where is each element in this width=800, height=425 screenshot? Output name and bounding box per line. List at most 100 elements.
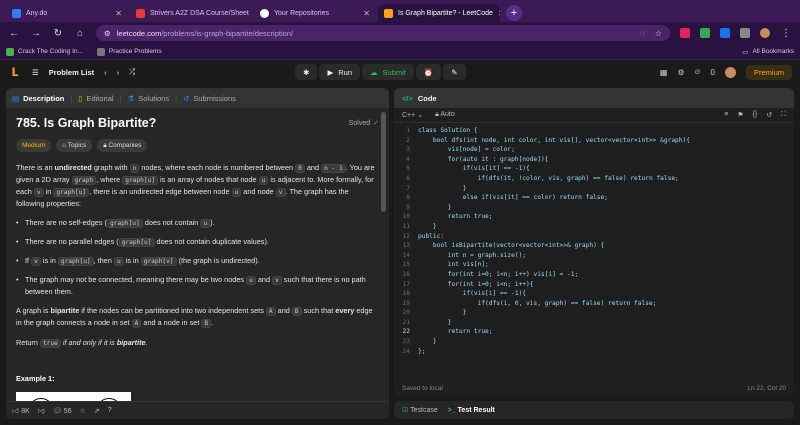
bookmark-practice-problems[interactable]: Practice Problems	[96, 47, 162, 56]
code-line[interactable]: 23 }	[394, 337, 794, 347]
auto-mode-toggle[interactable]: 🔒︎ Auto	[435, 111, 455, 119]
code-line[interactable]: 7 }	[394, 184, 794, 194]
extension-green-icon[interactable]	[700, 28, 710, 38]
topics-chip[interactable]: ⌂ Topics	[56, 139, 93, 152]
code-line[interactable]: 10 return true;	[394, 212, 794, 222]
tab-submissions[interactable]: ↺ Submissions	[183, 94, 236, 103]
dislike-button[interactable]: 👎︎	[38, 406, 45, 415]
close-tab-icon[interactable]: ✕	[115, 9, 122, 18]
code-line[interactable]: 11 }	[394, 222, 794, 232]
reload-icon[interactable]: ↻	[52, 28, 64, 39]
comment-count: 56	[63, 407, 72, 415]
bookmark-icon[interactable]: ⚑	[737, 111, 743, 119]
favorite-star-icon[interactable]: ☆	[80, 407, 86, 415]
text: Return	[16, 338, 40, 347]
tab-solutions[interactable]: ⚗ Solutions	[128, 94, 170, 103]
close-tab-icon[interactable]: ✕	[498, 9, 500, 18]
fullscreen-icon[interactable]: ⛶	[781, 111, 786, 119]
tab-description[interactable]: ▤ Description	[12, 94, 64, 103]
notes-button[interactable]: ✎	[443, 64, 466, 80]
submit-button[interactable]: ☁ Submit	[362, 64, 414, 80]
problem-list-icon[interactable]: ☰	[32, 68, 39, 77]
code-area[interactable]: 1 class Solution {2 bool dfs(int node, in…	[394, 123, 794, 380]
premium-button[interactable]: Premium	[745, 64, 792, 80]
description-scrollbar[interactable]	[381, 112, 386, 212]
problem-list-link[interactable]: Problem List	[49, 68, 94, 77]
text: graph with	[91, 163, 130, 172]
code-line[interactable]: 5 if(vis[it] == -1){	[394, 164, 794, 174]
run-button[interactable]: ▶ Run	[319, 64, 361, 80]
text: is in	[123, 256, 141, 265]
test-result-tab[interactable]: >_ Test Result	[448, 407, 495, 414]
code-line[interactable]: 2 bool dfs(int node, int color, int vis[…	[394, 136, 794, 146]
debug-button[interactable]: ✱	[295, 64, 318, 80]
code-line[interactable]: 8 else if(vis[it] == color) return false…	[394, 193, 794, 203]
companies-chip[interactable]: 🔒︎ Companies	[97, 139, 148, 152]
next-problem-icon[interactable]: ›	[117, 68, 120, 77]
random-problem-icon[interactable]: ⤮	[129, 67, 135, 77]
help-icon[interactable]: ?	[108, 407, 112, 414]
graph-node: 1	[96, 398, 122, 401]
streak-count: 0	[710, 67, 715, 77]
code-line[interactable]: 13 bool isBipartite(vector<vector<int>>&…	[394, 241, 794, 251]
reset-icon[interactable]: ↺	[766, 111, 772, 119]
browser-tab-striver[interactable]: Strivers A2Z DSA Course/Sheet✕	[130, 4, 252, 22]
testcase-tab[interactable]: ☑ Testcase	[402, 406, 438, 414]
streak-fire-icon[interactable]: 🔥︎	[695, 67, 701, 77]
eye-off-icon[interactable]: ◌	[640, 29, 645, 38]
code-line[interactable]: 18 if(vis[i] == -1){	[394, 289, 794, 299]
lines-menu-icon[interactable]: ≡	[724, 111, 728, 119]
language-select[interactable]: C++ ⌄	[402, 111, 423, 119]
url-bar[interactable]: ⚙ leetcode.com/problems/is-graph-biparti…	[96, 25, 670, 41]
leetcode-logo-icon[interactable]: ᒪ	[8, 65, 22, 79]
close-tab-icon[interactable]: ✕	[363, 9, 370, 18]
code-line[interactable]: 24};	[394, 347, 794, 357]
like-button[interactable]: 👍︎ 8K	[12, 406, 30, 415]
timer-button[interactable]: ⏰	[415, 64, 442, 80]
text: in	[43, 187, 54, 196]
bookmark-star-icon[interactable]: ☆	[655, 29, 662, 38]
code-line[interactable]: 20 }	[394, 308, 794, 318]
code-line[interactable]: 9 }	[394, 203, 794, 213]
prev-problem-icon[interactable]: ‹	[104, 68, 107, 77]
code-line[interactable]: 12 public:	[394, 232, 794, 242]
code-line[interactable]: 19 if(dfs(i, 0, vis, graph) == false) re…	[394, 299, 794, 309]
browser-tab-github[interactable]: Your Repositories ✕	[254, 4, 376, 22]
code-line[interactable]: 22 return true;	[394, 327, 794, 337]
code-line[interactable]: 17 for(int i=0; i<n; i++){	[394, 280, 794, 290]
code-line[interactable]: 3 vis[node] = color;	[394, 145, 794, 155]
home-icon[interactable]: ⌂	[74, 28, 86, 39]
back-arrow-icon[interactable]: ←	[8, 28, 20, 39]
code-line[interactable]: 6 if(dfs(it, !color, vis, graph) == fals…	[394, 174, 794, 184]
chrome-menu-icon[interactable]: ⋮	[780, 28, 792, 39]
extensions-puzzle-icon[interactable]	[740, 28, 750, 38]
extension-blue-icon[interactable]	[720, 28, 730, 38]
browser-tab-leetcode[interactable]: Is Graph Bipartite? - LeetCode ✕	[378, 4, 500, 22]
code-line[interactable]: 14 int n = graph.size();	[394, 251, 794, 261]
new-tab-button[interactable]: +	[506, 5, 522, 21]
format-braces-icon[interactable]: {}	[753, 111, 758, 119]
forward-arrow-icon[interactable]: →	[30, 28, 42, 39]
tab-editorial[interactable]: ▯ Editorial	[78, 94, 113, 103]
problem-title[interactable]: 785. Is Graph Bipartite?	[16, 117, 156, 130]
user-avatar[interactable]	[724, 66, 736, 78]
code-line[interactable]: 16 for(int i=0; i<n; i++) vis[i] = -1;	[394, 270, 794, 280]
bug-icon: ✱	[303, 67, 310, 77]
profile-avatar-icon[interactable]	[760, 28, 770, 38]
code-line[interactable]: 21 }	[394, 318, 794, 328]
code-line[interactable]: 1 class Solution {	[394, 126, 794, 136]
line-number: 18	[402, 290, 410, 298]
site-settings-icon[interactable]: ⚙	[104, 29, 111, 38]
code-line[interactable]: 4 for(auto it : graph[node]){	[394, 155, 794, 165]
extension-red-icon[interactable]	[680, 28, 690, 38]
bookmark-crack-coding[interactable]: Crack The Coding In...	[6, 47, 83, 56]
code-line[interactable]: 15 int vis[n];	[394, 260, 794, 270]
all-bookmarks[interactable]: ▭ All Bookmarks	[742, 48, 794, 56]
browser-tab-anydo[interactable]: Any.do ✕	[6, 4, 128, 22]
address-bar-row: ← → ↻ ⌂ ⚙ leetcode.com/problems/is-graph…	[0, 22, 800, 44]
layout-grid-icon[interactable]: ▦	[660, 68, 668, 77]
share-icon[interactable]: ⇗	[94, 407, 100, 415]
comments-button[interactable]: 💬︎ 56	[53, 407, 72, 415]
text: is in	[40, 256, 58, 265]
settings-gear-icon[interactable]: ⚙	[677, 68, 684, 77]
